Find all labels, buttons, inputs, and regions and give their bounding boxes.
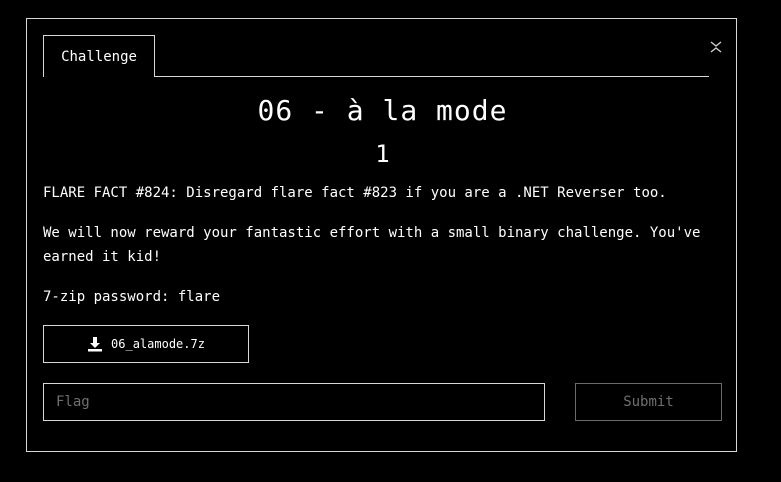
tab-challenge[interactable]: Challenge xyxy=(43,35,155,77)
flag-input[interactable] xyxy=(43,383,545,421)
description-fact: FLARE FACT #824: Disregard flare fact #8… xyxy=(43,185,667,201)
download-file-button[interactable]: 06_alamode.7z xyxy=(43,325,249,363)
download-icon xyxy=(87,336,103,352)
description-password: 7-zip password: flare xyxy=(43,289,221,305)
description-reward: We will now reward your fantastic effort… xyxy=(43,225,701,265)
challenge-modal: Challenge 06 - à la mode 1 FLARE FACT #8… xyxy=(26,18,737,452)
close-icon[interactable] xyxy=(709,39,723,53)
tab-bar: Challenge xyxy=(43,35,709,77)
download-filename: 06_alamode.7z xyxy=(111,337,205,351)
challenge-title: 06 - à la mode xyxy=(257,94,508,127)
submit-button[interactable]: Submit xyxy=(575,383,722,421)
challenge-points: 1 xyxy=(375,140,390,168)
